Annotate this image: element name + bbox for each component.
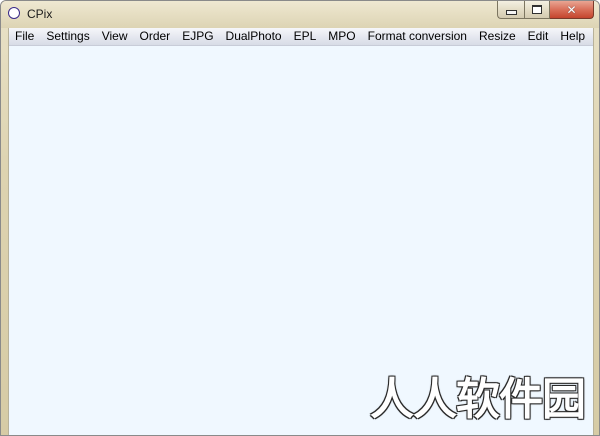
minimize-icon xyxy=(505,9,517,15)
close-button[interactable]: ✕ xyxy=(550,1,594,19)
maximize-icon xyxy=(532,5,542,14)
menu-ejpg[interactable]: EJPG xyxy=(176,28,219,45)
menu-order[interactable]: Order xyxy=(134,28,177,45)
menu-mpo[interactable]: MPO xyxy=(322,28,361,45)
menu-resize[interactable]: Resize xyxy=(473,28,522,45)
watermark-logo: 人人软件园 xyxy=(370,374,586,425)
menu-dualphoto[interactable]: DualPhoto xyxy=(220,28,288,45)
menu-epl[interactable]: EPL xyxy=(288,28,323,45)
app-icon[interactable] xyxy=(8,7,20,19)
window-title: CPix xyxy=(27,7,53,21)
menu-file[interactable]: File xyxy=(9,28,40,45)
minimize-button[interactable] xyxy=(497,1,524,19)
menu-settings[interactable]: Settings xyxy=(40,28,95,45)
caption-buttons: ✕ xyxy=(497,1,594,20)
menu-edit[interactable]: Edit xyxy=(522,28,555,45)
menu-view[interactable]: View xyxy=(96,28,134,45)
title-bar[interactable]: CPix ✕ xyxy=(1,1,599,28)
app-window: CPix ✕ File Settings View Order EJPG Dua… xyxy=(0,0,600,436)
menu-help[interactable]: Help xyxy=(554,28,591,45)
menu-bar: File Settings View Order EJPG DualPhoto … xyxy=(9,28,593,46)
maximize-button[interactable] xyxy=(524,1,550,19)
close-icon: ✕ xyxy=(566,2,577,17)
menu-format-conversion[interactable]: Format conversion xyxy=(362,28,473,45)
